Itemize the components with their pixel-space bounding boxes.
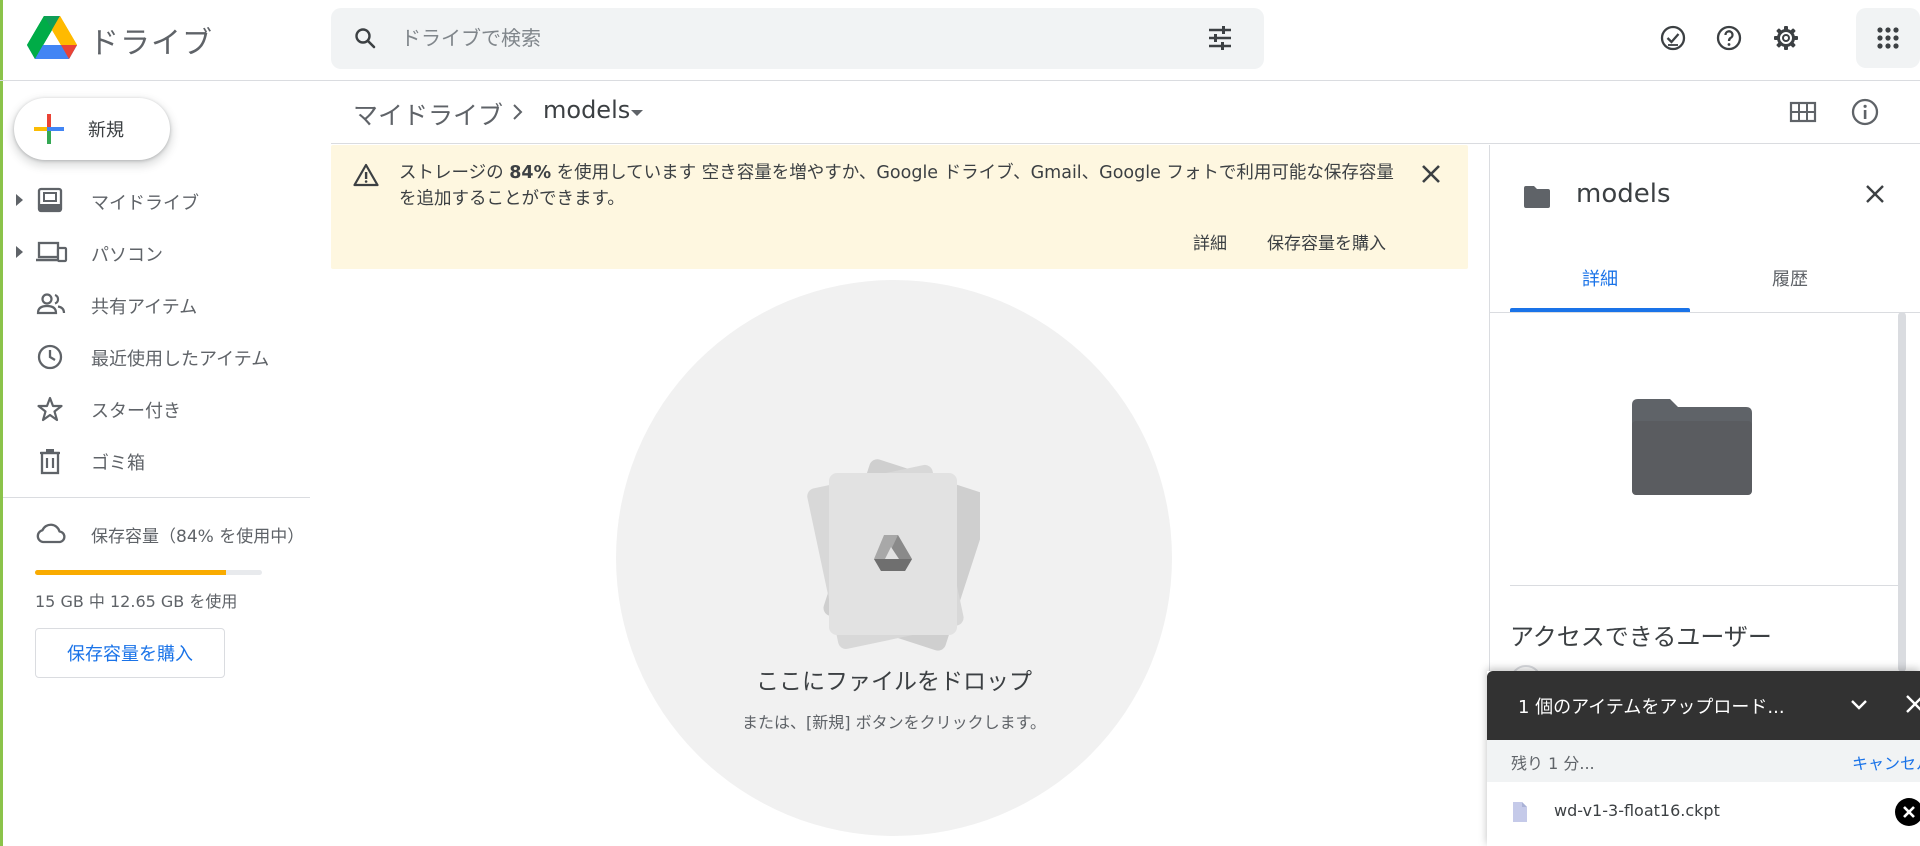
folder-preview-icon — [1628, 397, 1756, 497]
upload-title: 1 個のアイテムをアップロード... — [1518, 697, 1785, 718]
apps-grid-icon — [1877, 27, 1899, 49]
upload-time-remaining: 残り 1 分... — [1511, 754, 1595, 773]
cloud-icon — [35, 521, 67, 545]
sidebar-item-shared[interactable]: 共有アイテム — [0, 282, 310, 326]
help-button[interactable] — [1710, 19, 1748, 57]
buy-storage-button[interactable]: 保存容量を購入 — [35, 628, 225, 678]
check-circle-icon — [1659, 24, 1687, 52]
settings-button[interactable] — [1767, 19, 1805, 57]
chevron-down-icon[interactable] — [1847, 693, 1871, 717]
info-icon[interactable] — [1850, 97, 1880, 127]
drive-logo-icon[interactable] — [27, 16, 77, 60]
banner-percent: 84% — [509, 163, 552, 183]
sidebar-item-label: ゴミ箱 — [91, 453, 145, 474]
search-options-icon[interactable] — [1207, 26, 1233, 50]
recent-icon — [36, 343, 64, 371]
expand-arrow-icon[interactable] — [16, 246, 23, 258]
caret-down-icon[interactable] — [631, 110, 643, 116]
sidebar-item-computers[interactable]: パソコン — [0, 230, 310, 274]
breadcrumb-current-folder[interactable]: models — [543, 96, 630, 124]
close-icon[interactable] — [1904, 693, 1920, 715]
sidebar-item-recent[interactable]: 最近使用したアイテム — [0, 334, 310, 378]
file-icon — [1511, 801, 1529, 823]
sidebar-item-label: 最近使用したアイテム — [91, 349, 270, 370]
grid-view-icon[interactable] — [1789, 98, 1817, 126]
panel-scrollbar[interactable] — [1898, 312, 1906, 672]
storage-progress-bar — [35, 570, 262, 575]
drop-zone-subtitle: または、[新規] ボタンをクリックします。 — [742, 713, 1046, 732]
sidebar-item-label: マイドライブ — [91, 193, 199, 214]
sidebar-item-trash[interactable]: ゴミ箱 — [0, 438, 310, 482]
warning-icon — [353, 163, 379, 187]
close-icon[interactable] — [1420, 163, 1442, 185]
google-apps-button[interactable] — [1856, 8, 1920, 68]
toolbar-divider — [331, 143, 1920, 144]
banner-details-link[interactable]: 詳細 — [1193, 229, 1227, 254]
storage-warning-banner: ストレージの 84% を使用しています 空き容量を増やすか、Google ドライ… — [331, 145, 1468, 269]
gear-icon — [1772, 24, 1800, 52]
sidebar-item-starred[interactable]: スター付き — [0, 386, 310, 430]
upload-file-name: wd-v1-3-float16.ckpt — [1554, 801, 1720, 820]
computers-icon — [36, 239, 68, 265]
storage-used-text: 15 GB 中 12.65 GB を使用 — [35, 592, 238, 611]
banner-message: ストレージの 84% を使用しています 空き容量を増やすか、Google ドライ… — [399, 160, 1399, 212]
upload-header: 1 個のアイテムをアップロード... — [1487, 671, 1920, 740]
new-button[interactable]: 新規 — [14, 98, 170, 160]
shared-icon — [36, 291, 66, 317]
folder-icon — [1522, 185, 1552, 209]
my-drive-icon — [36, 187, 64, 213]
search-input[interactable] — [401, 20, 1201, 56]
plus-icon — [34, 114, 64, 144]
sidebar-item-label: パソコン — [91, 245, 163, 266]
chevron-right-icon — [510, 100, 526, 124]
upload-progress-dialog: 1 個のアイテムをアップロード... 残り 1 分... キャンセル wd-v1… — [1487, 671, 1920, 846]
cancel-upload-icon[interactable] — [1895, 798, 1920, 826]
tab-details[interactable]: 詳細 — [1510, 265, 1690, 291]
sidebar-item-label: 共有アイテム — [91, 297, 198, 318]
new-button-label: 新規 — [88, 120, 124, 141]
app-title[interactable]: ドライブ — [89, 18, 213, 62]
breadcrumb-my-drive[interactable]: マイドライブ — [353, 96, 503, 132]
sidebar-divider — [3, 497, 310, 498]
drop-zone-title: ここにファイルをドロップ — [756, 669, 1032, 695]
trash-icon — [36, 447, 64, 475]
storage-progress-fill — [35, 570, 226, 575]
expand-arrow-icon[interactable] — [16, 194, 23, 206]
upload-status-bar: 残り 1 分... キャンセル — [1487, 740, 1920, 782]
section-divider — [1510, 585, 1901, 586]
access-heading: アクセスできるユーザー — [1510, 623, 1772, 651]
star-icon — [36, 395, 64, 423]
banner-text-prefix: ストレージの — [399, 163, 510, 183]
details-panel-title: models — [1576, 179, 1671, 209]
help-icon — [1715, 24, 1743, 52]
drop-files-illustration — [795, 455, 980, 655]
sidebar-item-label: スター付き — [91, 401, 181, 422]
offline-ready-button[interactable] — [1654, 19, 1692, 57]
close-icon[interactable] — [1864, 183, 1886, 205]
search-bar[interactable] — [331, 8, 1264, 69]
storage-label[interactable]: 保存容量（84% を使用中） — [91, 522, 304, 547]
tab-activity[interactable]: 履歴 — [1690, 265, 1890, 291]
tabs-divider — [1490, 312, 1920, 313]
search-icon[interactable] — [353, 26, 377, 50]
top-header: ドライブ — [0, 0, 1920, 81]
sidebar-item-my-drive[interactable]: マイドライブ — [0, 178, 310, 222]
upload-cancel-button[interactable]: キャンセル — [1852, 750, 1920, 774]
banner-buy-storage-link[interactable]: 保存容量を購入 — [1267, 229, 1386, 254]
